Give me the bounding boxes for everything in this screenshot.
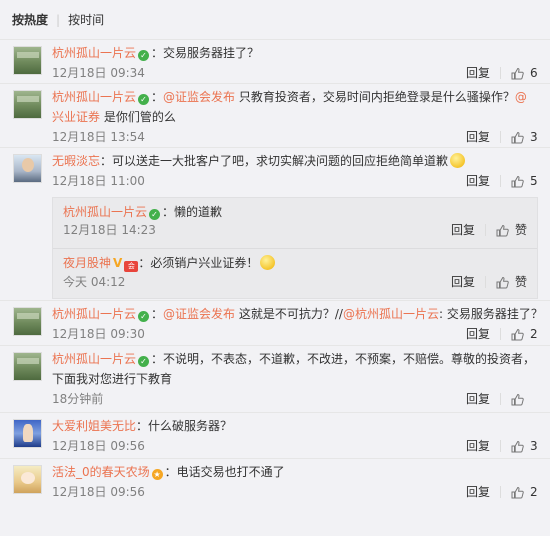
avatar[interactable] — [13, 465, 42, 494]
like-label[interactable]: 赞 — [515, 220, 527, 240]
verified-icon: ✓ — [138, 94, 150, 105]
sub-reply-item: 杭州孤山一片云 ✓ ：懒的道歉 12月18日 14:23 回复 赞 — [53, 198, 537, 248]
verified-icon: ✓ — [138, 311, 150, 322]
like-count: 3 — [530, 130, 538, 144]
comment-text: 是你们管的么 — [100, 110, 176, 124]
sub-reply-list: 杭州孤山一片云 ✓ ：懒的道歉 12月18日 14:23 回复 赞 夜月股神 V 会：必… — [52, 197, 538, 299]
thumbs-up-icon[interactable] — [511, 393, 524, 406]
thumbs-up-icon[interactable] — [511, 486, 524, 499]
vip-v-icon: V — [113, 256, 123, 270]
mention-link[interactable]: @杭州孤山一片云 — [343, 307, 439, 321]
sub-reply-text: ：必须销户兴业证券！ — [138, 256, 259, 270]
sort-by-hot[interactable]: 按热度 — [12, 11, 48, 28]
sub-reply-author[interactable]: 杭州孤山一片云 — [63, 205, 147, 219]
comment-author[interactable]: 杭州孤山一片云 — [52, 352, 136, 366]
reply-button[interactable]: 回复 — [451, 220, 475, 240]
comment-text: : 交易服务器挂了？ — [438, 307, 543, 321]
divider — [500, 175, 501, 187]
comment-item: 杭州孤山一片云 ✓ ：交易服务器挂了？ 12月18日 09:34 回复 6 — [0, 40, 550, 84]
thumbs-up-icon[interactable] — [511, 440, 524, 453]
comment-time: 12月18日 13:54 — [52, 130, 145, 144]
reply-button[interactable]: 回复 — [451, 272, 475, 292]
thumbs-up-icon[interactable] — [511, 67, 524, 80]
member-badge-icon: 会 — [124, 261, 139, 272]
smile-emoji-icon — [450, 153, 466, 168]
avatar[interactable] — [13, 307, 42, 336]
comment-item: 杭州孤山一片云 ✓ ：不说明，不表态，不道歉，不改进，不预案，不赔偿。尊敬的投资者，… — [0, 346, 550, 413]
like-count: 2 — [530, 485, 538, 499]
comment-time: 12月18日 09:30 — [52, 327, 145, 341]
like-count: 2 — [530, 327, 538, 341]
comment-text: ：交易服务器挂了？ — [151, 46, 260, 60]
divider — [484, 276, 486, 288]
comment-text: 只教育投资者，交易时间内拒绝登录是什么骚操作？ — [235, 90, 515, 104]
divider — [500, 440, 501, 452]
sub-reply-text: ：懒的道歉 — [162, 205, 223, 219]
like-label[interactable]: 赞 — [515, 272, 527, 292]
reply-button[interactable]: 回复 — [466, 324, 490, 344]
comment-author[interactable]: 杭州孤山一片云 — [52, 46, 136, 60]
divider — [500, 328, 501, 340]
comment-text: ：电话交易也打不通了 — [164, 465, 285, 479]
sub-reply-time: 今天 04:12 — [63, 275, 126, 289]
comment-time: 18分钟前 — [52, 392, 104, 406]
thumbs-up-icon[interactable] — [496, 224, 509, 237]
thumbs-up-icon[interactable] — [511, 328, 524, 341]
reply-button[interactable]: 回复 — [466, 482, 490, 502]
colon: ： — [151, 90, 164, 104]
comment-author[interactable]: 大爱利姐美无比 — [52, 419, 136, 433]
avatar[interactable] — [13, 46, 42, 75]
sort-bar: 按热度 | 按时间 — [0, 0, 550, 40]
avatar[interactable] — [13, 154, 42, 183]
verified-icon: ✓ — [138, 356, 150, 367]
divider — [500, 67, 501, 79]
comment-time: 12月18日 11:00 — [52, 174, 145, 188]
like-count: 6 — [530, 66, 538, 80]
reply-button[interactable]: 回复 — [466, 63, 490, 83]
comment-text: ：可以送走一大批客户了吧，求切实解决问题的回应拒绝简单道歉 — [100, 154, 449, 168]
comment-time: 12月18日 09:34 — [52, 66, 145, 80]
comment-text: ：什么破服务器？ — [136, 419, 233, 433]
verified-icon: ✓ — [149, 209, 161, 220]
comment-item: 杭州孤山一片云 ✓ ：@证监会发布 只教育投资者，交易时间内拒绝登录是什么骚操作？@… — [0, 84, 550, 148]
member-medal-icon: ★ — [151, 469, 163, 480]
sub-reply-author[interactable]: 夜月股神 — [63, 256, 111, 270]
reply-button[interactable]: 回复 — [466, 389, 490, 409]
avatar[interactable] — [13, 90, 42, 119]
reply-button[interactable]: 回复 — [466, 127, 490, 147]
verified-icon: ✓ — [138, 50, 150, 61]
sort-by-time[interactable]: 按时间 — [68, 11, 104, 28]
comment-item: 大爱利姐美无比：什么破服务器？ 12月18日 09:56 回复 3 — [0, 413, 550, 459]
comment-text: 这就是不可抗力？// — [235, 307, 343, 321]
thumbs-up-icon[interactable] — [496, 276, 509, 289]
mention-link[interactable]: @证监会发布 — [163, 307, 235, 321]
reply-button[interactable]: 回复 — [466, 436, 490, 456]
like-count: 3 — [530, 439, 538, 453]
avatar[interactable] — [13, 352, 42, 381]
divider — [500, 393, 501, 405]
divider — [500, 131, 501, 143]
colon: ： — [151, 307, 164, 321]
comment-time: 12月18日 09:56 — [52, 485, 145, 499]
avatar[interactable] — [13, 419, 42, 448]
thumbs-up-icon[interactable] — [511, 175, 524, 188]
comment-author[interactable]: 杭州孤山一片云 — [52, 90, 136, 104]
comment-author[interactable]: 活法_0的春天农场 — [52, 465, 150, 479]
comment-item: 活法_0的春天农场 ★ ：电话交易也打不通了 12月18日 09:56 回复 2 — [0, 459, 550, 505]
sub-reply-time: 12月18日 14:23 — [63, 223, 156, 237]
reply-button[interactable]: 回复 — [466, 171, 490, 191]
comment-author[interactable]: 杭州孤山一片云 — [52, 307, 136, 321]
divider — [484, 224, 486, 236]
thumbs-up-icon[interactable] — [511, 131, 524, 144]
like-count: 5 — [530, 174, 538, 188]
comment-author[interactable]: 无暇淡忘 — [52, 154, 100, 168]
comment-item: 无暇淡忘：可以送走一大批客户了吧，求切实解决问题的回应拒绝简单道歉 12月18日… — [0, 148, 550, 301]
comment-time: 12月18日 09:56 — [52, 439, 145, 453]
sort-separator: | — [56, 12, 61, 27]
sub-reply-item: 夜月股神 V 会：必须销户兴业证券！ 今天 04:12 回复 赞 — [53, 248, 537, 298]
divider — [500, 486, 501, 498]
comment-item: 杭州孤山一片云 ✓ ：@证监会发布 这就是不可抗力？//@杭州孤山一片云: 交易服务… — [0, 301, 550, 346]
mention-link[interactable]: @证监会发布 — [163, 90, 235, 104]
thinking-emoji-icon — [260, 255, 276, 270]
